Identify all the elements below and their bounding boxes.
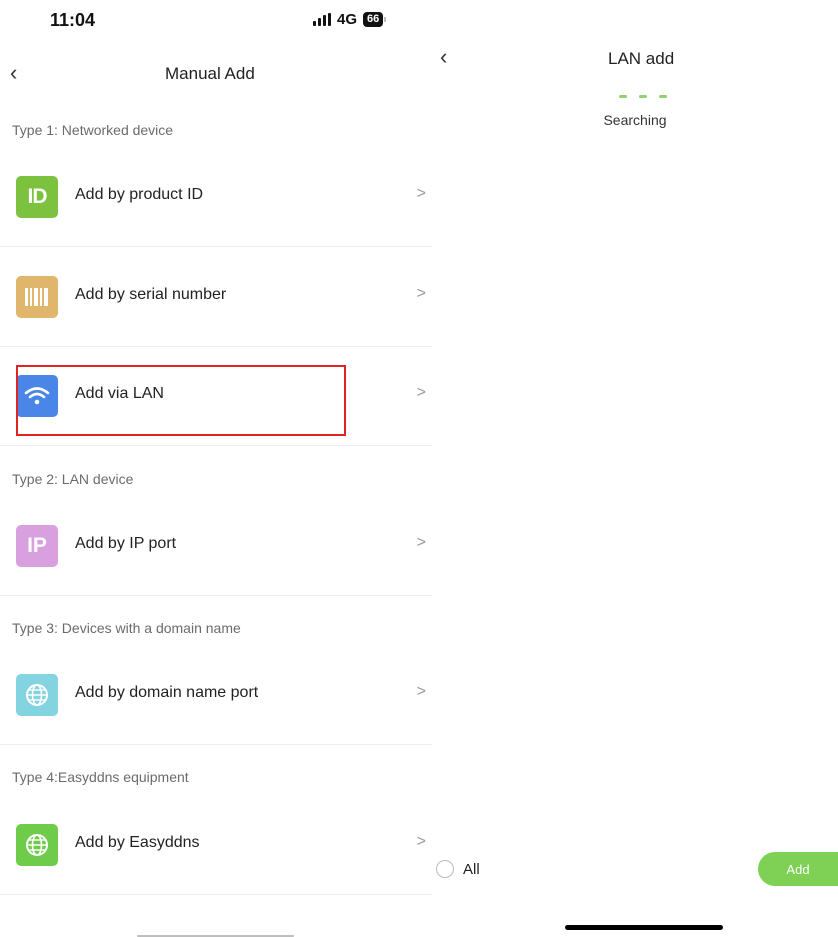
battery-level: 66 (363, 12, 384, 27)
row-label: Add via LAN (75, 385, 164, 402)
add-by-serial-number-row[interactable]: Add by serial number > (0, 248, 432, 347)
page-title: LAN add (608, 49, 675, 68)
wifi-icon (16, 375, 58, 417)
globe-icon (16, 674, 58, 716)
status-indicators: 4G 66 (313, 11, 387, 28)
back-icon[interactable]: ‹ (440, 46, 447, 68)
network-type: 4G (337, 11, 358, 28)
section-type3: Type 3: Devices with a domain name (12, 620, 241, 636)
section-type4: Type 4:Easyddns equipment (12, 769, 189, 785)
ip-icon: IP (16, 525, 58, 567)
chevron-right-icon: > (416, 534, 426, 551)
searching-status: Searching (603, 112, 667, 128)
add-by-ip-port-row[interactable]: IP Add by IP port > (0, 497, 432, 596)
barcode-icon (16, 276, 58, 318)
status-time: 11:04 (50, 10, 96, 30)
battery-icon: 66 (363, 12, 387, 27)
chevron-right-icon: > (416, 833, 426, 850)
chevron-right-icon: > (416, 384, 426, 401)
row-label: Add by Easyddns (75, 834, 200, 851)
row-label: Add by product ID (75, 186, 204, 203)
manual-add-screen: 11:04 4G 66 ‹ Manual Add Type 1: Network… (0, 0, 432, 937)
id-icon: ID (16, 176, 58, 218)
row-label: Add by domain name port (75, 684, 259, 701)
home-indicator (565, 925, 723, 930)
globe-icon (16, 824, 58, 866)
add-by-easyddns-row[interactable]: Add by Easyddns > (0, 796, 432, 895)
select-all-radio[interactable] (436, 860, 454, 878)
lan-add-screen: ‹ LAN add Searching All Add (432, 0, 838, 937)
back-icon[interactable]: ‹ (10, 62, 17, 84)
section-type2: Type 2: LAN device (12, 471, 134, 487)
section-type1: Type 1: Networked device (12, 122, 174, 138)
add-via-lan-row[interactable]: Add via LAN > (0, 347, 432, 446)
add-button[interactable]: Add (758, 852, 838, 886)
row-label: Add by IP port (75, 535, 177, 552)
chevron-right-icon: > (416, 683, 426, 700)
select-all-label: All (463, 861, 480, 878)
row-label: Add by serial number (75, 286, 227, 303)
signal-icon (313, 13, 331, 26)
loading-indicator (619, 95, 667, 98)
add-by-domain-name-port-row[interactable]: Add by domain name port > (0, 646, 432, 745)
chevron-right-icon: > (416, 285, 426, 302)
page-title: Manual Add (165, 64, 255, 83)
add-by-product-id-row[interactable]: ID Add by product ID > (0, 148, 432, 247)
chevron-right-icon: > (416, 185, 426, 202)
